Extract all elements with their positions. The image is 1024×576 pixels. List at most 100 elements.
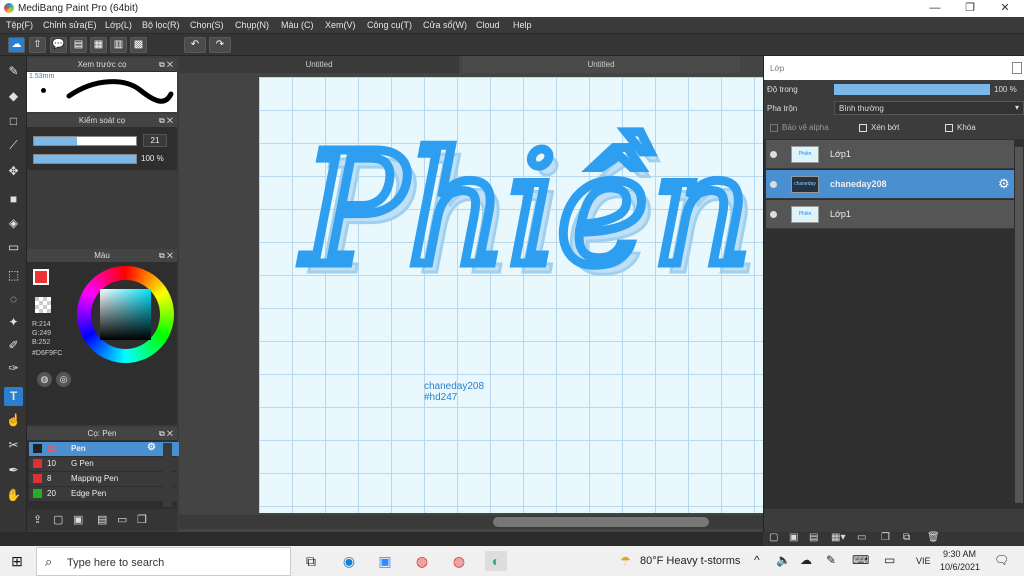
- minimize-button[interactable]: —: [920, 1, 950, 16]
- chevron-up-icon[interactable]: ^: [754, 553, 760, 567]
- select-eraser-icon[interactable]: ✑: [4, 359, 23, 378]
- language-indicator[interactable]: VIE: [916, 556, 931, 566]
- menu-view[interactable]: Xem(V): [325, 20, 356, 30]
- horizontal-scrollbar[interactable]: [179, 515, 763, 529]
- transparent-swatch[interactable]: [35, 297, 51, 313]
- dot-tool-icon[interactable]: □: [4, 112, 23, 131]
- add-layer-menu-icon[interactable]: ▦▾: [831, 532, 845, 543]
- palette-icon[interactable]: ◍: [37, 372, 52, 387]
- panel-maximize-icon[interactable]: [1012, 62, 1022, 74]
- new-8bit-layer-icon[interactable]: ▤: [809, 532, 818, 543]
- eyedropper-icon[interactable]: ✒: [4, 461, 23, 480]
- share-icon[interactable]: ⇧: [29, 37, 46, 53]
- gear-icon[interactable]: ⚙: [998, 176, 1010, 192]
- new-brush-icon[interactable]: ▢: [53, 513, 63, 526]
- eraser-tool-icon[interactable]: ◆: [4, 87, 23, 106]
- search-box[interactable]: ⌕ Type here to search: [36, 547, 291, 576]
- redo-icon[interactable]: ↷: [209, 37, 231, 53]
- new-layer-icon[interactable]: ▢: [769, 532, 778, 543]
- brush-list-item[interactable]: 10 G Pen: [29, 457, 185, 471]
- size-slider[interactable]: [33, 136, 137, 146]
- menu-layer[interactable]: Lớp(L): [105, 20, 132, 30]
- select-rect-icon[interactable]: ⬚: [4, 266, 23, 285]
- scrollbar-thumb[interactable]: [493, 517, 709, 527]
- windows-start-icon[interactable]: ⊞: [6, 551, 28, 571]
- maximize-button[interactable]: ❐: [955, 1, 985, 16]
- clock-date[interactable]: 10/6/2021: [940, 562, 980, 572]
- layers-grid-icon[interactable]: ▥: [110, 37, 127, 53]
- foreground-color-swatch[interactable]: [33, 269, 49, 285]
- menu-color[interactable]: Màu (C): [281, 20, 314, 30]
- chrome-icon-2[interactable]: ◍: [448, 551, 470, 571]
- layer-row-selected[interactable]: chaneday chaneday208 ⚙: [766, 170, 1014, 199]
- tab-untitled-1[interactable]: Untitled: [179, 56, 459, 73]
- menu-window[interactable]: Cửa sổ(W): [423, 20, 467, 30]
- merge-layer-icon[interactable]: ⧉: [903, 532, 910, 543]
- new-halftone-layer-icon[interactable]: ▣: [789, 532, 798, 543]
- move-tool-icon[interactable]: ✥: [4, 162, 23, 181]
- cloud-icon[interactable]: ☁: [8, 37, 25, 53]
- operation-tool-icon[interactable]: ☝: [4, 411, 23, 430]
- brush-settings-icon[interactable]: ▤: [97, 513, 107, 526]
- line-brush-icon[interactable]: ⟋: [4, 136, 23, 155]
- size-value[interactable]: 21: [143, 134, 167, 147]
- task-view-icon[interactable]: ⧉: [300, 551, 322, 571]
- visibility-icon[interactable]: [770, 211, 777, 218]
- cloud-brush-icon[interactable]: ⇪: [33, 513, 42, 526]
- text-tool-icon[interactable]: T: [4, 387, 23, 406]
- layer-opacity-slider[interactable]: [834, 84, 990, 95]
- folder-icon[interactable]: ▭: [117, 513, 127, 526]
- edge-icon[interactable]: ◉: [338, 551, 360, 571]
- blend-mode-select[interactable]: Bình thường ▾: [834, 101, 1024, 115]
- magic-wand-icon[interactable]: ✦: [4, 313, 23, 332]
- menu-snap[interactable]: Chụp(N): [235, 20, 269, 30]
- menu-filter[interactable]: Bộ lọc(R): [142, 20, 180, 30]
- document-icon[interactable]: ▦: [90, 37, 107, 53]
- pen-tray-icon[interactable]: ✎: [826, 553, 836, 567]
- layer-list-scrollbar[interactable]: [1015, 147, 1023, 503]
- brush-list-item[interactable]: 8 Mapping Pen: [29, 472, 185, 486]
- hand-tool-icon[interactable]: ✋: [4, 486, 23, 505]
- visibility-icon[interactable]: [770, 151, 777, 158]
- brush-list-item[interactable]: 21 Pen ⚙: [29, 442, 185, 456]
- hue-wheel[interactable]: [77, 266, 174, 363]
- chat-icon[interactable]: ▤: [70, 37, 87, 53]
- fill-rect-icon[interactable]: ■: [4, 190, 23, 209]
- opacity-slider[interactable]: [33, 154, 137, 164]
- lasso-icon[interactable]: ◌: [4, 290, 23, 309]
- clipping-checkbox[interactable]: [859, 124, 867, 132]
- drawing-canvas[interactable]: Phiền Phiền chaneday208 #hd247: [259, 77, 763, 513]
- tab-untitled-2[interactable]: Untitled: [462, 56, 740, 73]
- weather-text[interactable]: 80°F Heavy t-storms: [640, 555, 740, 567]
- lock-checkbox[interactable]: [945, 124, 953, 132]
- menu-file[interactable]: Tệp(F): [6, 20, 33, 30]
- keyboard-icon[interactable]: ⌨: [852, 553, 869, 567]
- close-button[interactable]: ✕: [990, 1, 1020, 16]
- select-pen-icon[interactable]: ✐: [4, 336, 23, 355]
- layer-row[interactable]: Phiền Lớp1: [766, 140, 1014, 169]
- protect-alpha-checkbox[interactable]: [770, 124, 778, 132]
- chrome-icon[interactable]: ◍: [411, 551, 433, 571]
- menu-tools[interactable]: Công cụ(T): [367, 20, 412, 30]
- panel-close-icon[interactable]: ⧉ ✕: [159, 114, 173, 127]
- brush-tool-icon[interactable]: ✎: [4, 62, 23, 81]
- gear-icon[interactable]: ⚙: [147, 442, 156, 453]
- notification-icon[interactable]: 🗨: [994, 553, 1009, 567]
- panel-close-icon[interactable]: ⧉ ✕: [159, 58, 173, 71]
- clock-time[interactable]: 9:30 AM: [943, 549, 976, 559]
- bucket-tool-icon[interactable]: ◈: [4, 214, 23, 233]
- grid-icon[interactable]: ▩: [130, 37, 147, 53]
- copy-brush-icon[interactable]: ❐: [137, 513, 147, 526]
- panel-close-icon[interactable]: ⧉ ✕: [159, 249, 173, 262]
- layer-row[interactable]: Phiền Lớp1: [766, 200, 1014, 229]
- panel-close-icon[interactable]: ⧉ ✕: [159, 427, 173, 440]
- menu-help[interactable]: Help: [513, 20, 532, 30]
- duplicate-layer-icon[interactable]: ❐: [881, 532, 890, 543]
- add-brush-icon[interactable]: ▣: [73, 513, 83, 526]
- medibang-icon[interactable]: ◐: [485, 551, 507, 571]
- menu-cloud[interactable]: Cloud: [476, 20, 500, 30]
- comment-icon[interactable]: 💬: [50, 37, 67, 53]
- palette-add-icon[interactable]: ◎: [56, 372, 71, 387]
- folder-icon[interactable]: ▭: [857, 532, 866, 543]
- delete-layer-icon[interactable]: 🗑: [927, 532, 940, 543]
